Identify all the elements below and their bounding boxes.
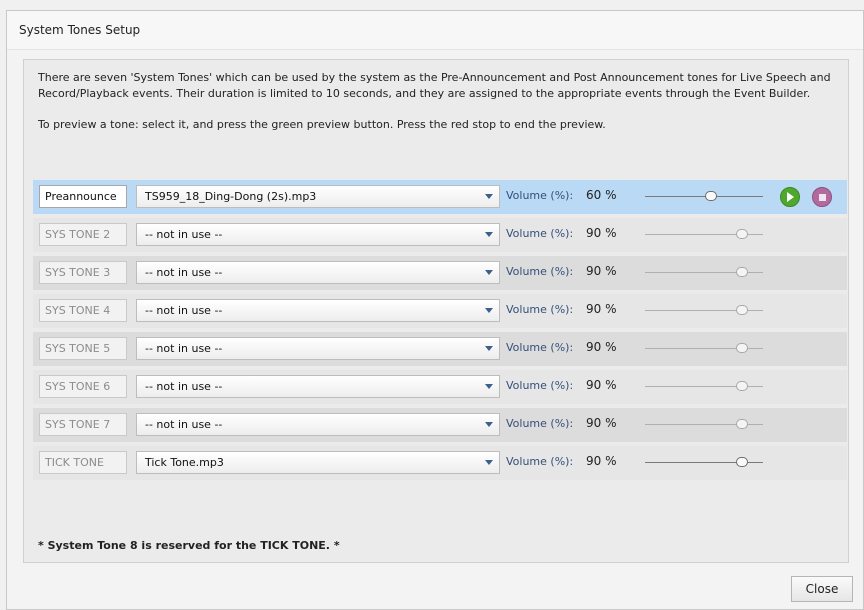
chevron-down-icon[interactable] (485, 308, 493, 313)
tone-file-dropdown[interactable]: TS959_18_Ding-Dong (2s).mp3 (136, 185, 500, 208)
preview-stop-button[interactable] (812, 187, 832, 207)
volume-label: Volume (%): (506, 455, 574, 468)
slider-thumb[interactable] (736, 381, 748, 391)
chevron-down-icon[interactable] (485, 460, 493, 465)
chevron-down-icon[interactable] (485, 194, 493, 199)
instructions-paragraph-1: There are seven 'System Tones' which can… (38, 71, 831, 100)
volume-slider[interactable] (645, 266, 763, 280)
instructions: There are seven 'System Tones' which can… (38, 70, 838, 133)
tone-name-field[interactable]: Preannounce (39, 185, 127, 208)
stop-icon (819, 194, 826, 201)
volume-label: Volume (%): (506, 379, 574, 392)
slider-track (645, 196, 763, 197)
tone-file-dropdown[interactable]: Tick Tone.mp3 (136, 451, 500, 474)
tone-file-dropdown[interactable]: -- not in use -- (136, 261, 500, 284)
system-tones-dialog: System Tones Setup There are seven 'Syst… (6, 10, 864, 610)
tone-name-field[interactable]: SYS TONE 4 (39, 299, 127, 322)
volume-value: 90 % (586, 340, 617, 354)
footer-note: * System Tone 8 is reserved for the TICK… (38, 539, 340, 552)
volume-value: 90 % (586, 302, 617, 316)
tone-name-field[interactable]: TICK TONE (39, 451, 127, 474)
tone-file-value: -- not in use -- (145, 266, 223, 279)
tone-row[interactable]: SYS TONE 5 -- not in use -- Volume (%): 90 … (33, 332, 847, 366)
volume-label: Volume (%): (506, 265, 574, 278)
tone-name-field[interactable]: SYS TONE 6 (39, 375, 127, 398)
tone-row[interactable]: SYS TONE 3 -- not in use -- Volume (%): 90 … (33, 256, 847, 290)
volume-slider[interactable] (645, 228, 763, 242)
volume-value: 90 % (586, 454, 617, 468)
chevron-down-icon[interactable] (485, 346, 493, 351)
tone-file-value: -- not in use -- (145, 228, 223, 241)
preview-play-button[interactable] (780, 187, 800, 207)
volume-value: 90 % (586, 378, 617, 392)
volume-slider[interactable] (645, 190, 763, 204)
tone-row[interactable]: SYS TONE 6 -- not in use -- Volume (%): 90 … (33, 370, 847, 404)
volume-value: 90 % (586, 416, 617, 430)
tone-file-dropdown[interactable]: -- not in use -- (136, 375, 500, 398)
tone-row[interactable]: TICK TONE Tick Tone.mp3 Volume (%): 90 % (33, 446, 847, 480)
tone-file-dropdown[interactable]: -- not in use -- (136, 337, 500, 360)
tone-file-dropdown[interactable]: -- not in use -- (136, 413, 500, 436)
volume-label: Volume (%): (506, 417, 574, 430)
tone-name-field[interactable]: SYS TONE 2 (39, 223, 127, 246)
volume-slider[interactable] (645, 456, 763, 470)
tone-row[interactable]: SYS TONE 2 -- not in use -- Volume (%): 90 … (33, 218, 847, 252)
instructions-paragraph-2: To preview a tone: select it, and press … (38, 118, 606, 131)
volume-value: 90 % (586, 226, 617, 240)
tone-file-value: TS959_18_Ding-Dong (2s).mp3 (145, 190, 317, 203)
slider-thumb[interactable] (736, 457, 748, 467)
chevron-down-icon[interactable] (485, 422, 493, 427)
play-icon (787, 192, 794, 202)
slider-thumb[interactable] (736, 267, 748, 277)
chevron-down-icon[interactable] (485, 384, 493, 389)
close-button[interactable]: Close (791, 576, 853, 602)
tone-row[interactable]: Preannounce TS959_18_Ding-Dong (2s).mp3 Vo… (33, 180, 847, 214)
tone-name-field[interactable]: SYS TONE 5 (39, 337, 127, 360)
tone-file-value: -- not in use -- (145, 418, 223, 431)
slider-thumb[interactable] (705, 191, 717, 201)
chevron-down-icon[interactable] (485, 232, 493, 237)
volume-label: Volume (%): (506, 189, 574, 202)
volume-slider[interactable] (645, 380, 763, 394)
tone-file-value: -- not in use -- (145, 304, 223, 317)
tone-row[interactable]: SYS TONE 7 -- not in use -- Volume (%): 90 … (33, 408, 847, 442)
tone-name-field[interactable]: SYS TONE 3 (39, 261, 127, 284)
tone-row[interactable]: SYS TONE 4 -- not in use -- Volume (%): 90 … (33, 294, 847, 328)
tone-file-value: -- not in use -- (145, 380, 223, 393)
chevron-down-icon[interactable] (485, 270, 493, 275)
dialog-title: System Tones Setup (7, 11, 863, 50)
slider-thumb[interactable] (736, 229, 748, 239)
slider-thumb[interactable] (736, 419, 748, 429)
volume-value: 60 % (586, 188, 617, 202)
volume-value: 90 % (586, 264, 617, 278)
slider-thumb[interactable] (736, 305, 748, 315)
slider-thumb[interactable] (736, 343, 748, 353)
tone-file-value: -- not in use -- (145, 342, 223, 355)
volume-label: Volume (%): (506, 341, 574, 354)
volume-slider[interactable] (645, 342, 763, 356)
volume-label: Volume (%): (506, 303, 574, 316)
tone-name-field[interactable]: SYS TONE 7 (39, 413, 127, 436)
tone-file-value: Tick Tone.mp3 (145, 456, 224, 469)
tones-panel: There are seven 'System Tones' which can… (23, 59, 849, 563)
volume-slider[interactable] (645, 304, 763, 318)
volume-slider[interactable] (645, 418, 763, 432)
volume-label: Volume (%): (506, 227, 574, 240)
tone-file-dropdown[interactable]: -- not in use -- (136, 223, 500, 246)
tone-file-dropdown[interactable]: -- not in use -- (136, 299, 500, 322)
